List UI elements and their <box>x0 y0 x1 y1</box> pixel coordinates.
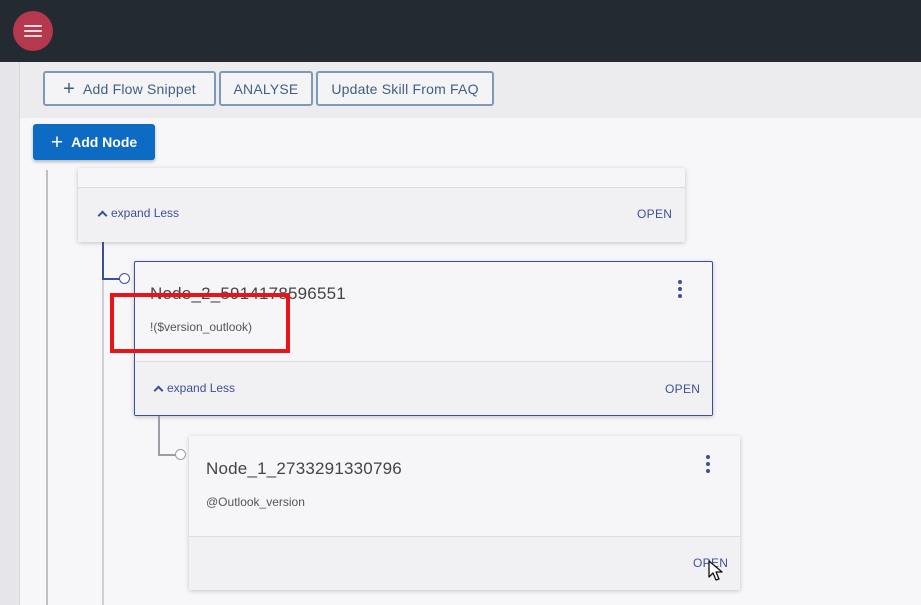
connector-line <box>158 416 160 456</box>
node-condition: !($version_outlook) <box>150 320 253 334</box>
node-card-parent <box>78 168 685 242</box>
more-options-icon[interactable] <box>702 455 714 473</box>
analyse-button[interactable]: ANALYSE <box>219 71 313 106</box>
update-skill-from-faq-button[interactable]: Update Skill From FAQ <box>316 71 494 106</box>
plus-icon: + <box>50 130 64 154</box>
left-rail <box>0 62 20 605</box>
open-link[interactable]: OPEN <box>665 382 700 396</box>
menu-button[interactable] <box>13 11 53 51</box>
connector-node-dot <box>175 449 186 460</box>
node-title: Node_2_5914178596551 <box>150 284 346 303</box>
expand-less-label: expand Less <box>167 381 236 395</box>
node-title: Node_1_2733291330796 <box>206 459 402 478</box>
expand-less-label: expand Less <box>111 206 180 220</box>
tree-guide-line <box>46 170 48 605</box>
mouse-cursor-icon <box>708 560 723 581</box>
chevron-up-icon <box>153 385 164 395</box>
connector-node-dot <box>119 273 130 284</box>
hamburger-icon <box>24 25 42 27</box>
expand-less-toggle[interactable]: expand Less <box>153 381 236 395</box>
analyse-label: ANALYSE <box>233 80 299 97</box>
connector-line <box>102 242 104 280</box>
plus-icon: + <box>63 77 75 100</box>
chevron-up-icon <box>97 210 108 220</box>
add-node-label: Add Node <box>71 134 138 150</box>
tree-guide-line <box>102 242 104 605</box>
connector-line <box>102 278 120 280</box>
update-skill-label: Update Skill From FAQ <box>331 80 479 97</box>
add-flow-snippet-button[interactable]: + Add Flow Snippet <box>43 71 216 106</box>
open-link[interactable]: OPEN <box>637 207 672 221</box>
node-card-footer <box>189 536 740 590</box>
more-options-icon[interactable] <box>674 280 686 298</box>
top-app-bar <box>0 0 921 62</box>
node-condition: @Outlook_version <box>206 495 305 509</box>
connector-line <box>158 454 176 456</box>
add-node-button[interactable]: + Add Node <box>33 124 155 160</box>
add-flow-snippet-label: Add Flow Snippet <box>82 80 196 97</box>
expand-less-toggle[interactable]: expand Less <box>97 206 180 220</box>
